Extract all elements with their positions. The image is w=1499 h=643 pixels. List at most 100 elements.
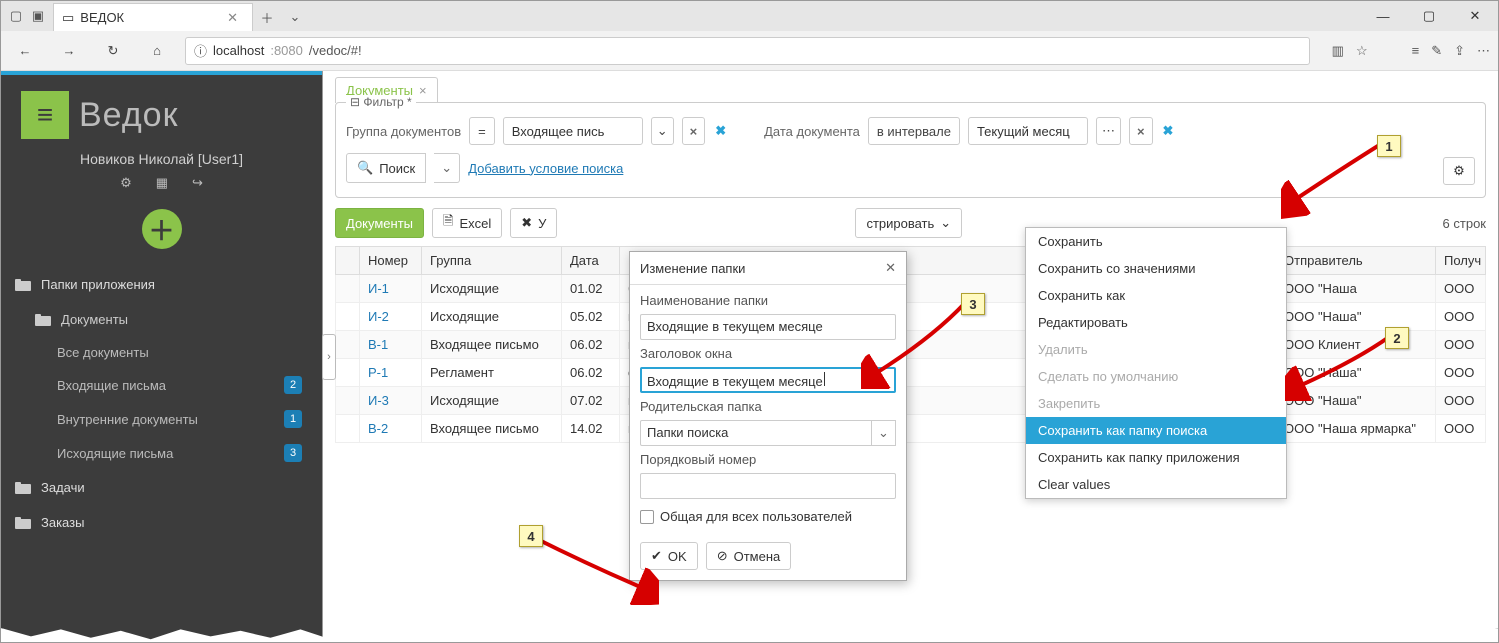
filter-operator[interactable]: = xyxy=(469,117,495,145)
dropdown-item[interactable]: Редактировать xyxy=(1026,309,1286,336)
sidebar-section-orders[interactable]: Заказы xyxy=(1,505,322,540)
filter-date-value[interactable]: Текущий месяц xyxy=(968,117,1088,145)
dialog-close-icon[interactable]: ✕ xyxy=(885,260,896,276)
excel-button[interactable]: 🗎 Excel xyxy=(432,208,502,238)
ok-button[interactable]: ✔ OK xyxy=(640,542,698,570)
add-button[interactable]: ＋ xyxy=(142,209,182,249)
table-row[interactable]: И-3Исходящие07.02возврат обеспечения.ООО… xyxy=(336,387,1486,415)
dropdown-item[interactable]: Сохранить как папку приложения xyxy=(1026,444,1286,471)
folder-icon xyxy=(15,279,31,291)
section-label: Папки приложения xyxy=(41,277,155,292)
minimize-button[interactable]: — xyxy=(1360,1,1406,31)
register-button[interactable]: стрировать ⌄ xyxy=(855,208,962,238)
sidebar-item-label: Все документы xyxy=(57,345,149,360)
cancel-button[interactable]: ⊘ Отмена xyxy=(706,542,792,570)
filter-date-operator[interactable]: в интервале xyxy=(868,117,960,145)
filter-group-dropdown-icon[interactable]: ⌄ xyxy=(651,117,674,145)
content-tab-close-icon[interactable]: × xyxy=(419,83,427,98)
header-label: Заголовок окна xyxy=(640,346,896,361)
filter-date-label: Дата документа xyxy=(764,124,860,139)
sidebar-subsection-documents[interactable]: Документы xyxy=(1,302,322,337)
header-input[interactable]: Входящие в текущем месяце xyxy=(640,367,896,393)
browser-tab[interactable]: ▭ ВЕДОК ✕ xyxy=(53,3,253,31)
main-content: › Документы × ⊟ Фильтр * Группа документ… xyxy=(323,71,1498,642)
table-row[interactable]: И-1Исходящие01.02беспечения.ООО "НашаООО xyxy=(336,275,1486,303)
tab-chevron-icon[interactable]: ⌄ xyxy=(281,3,309,31)
table-row[interactable]: В-1Входящее письмо06.02ия.ООО КлиентООО xyxy=(336,331,1486,359)
shared-checkbox[interactable] xyxy=(640,510,654,524)
sidebar-section-tasks[interactable]: Задачи xyxy=(1,470,322,505)
delete-button-label: У xyxy=(538,216,546,231)
table-row[interactable]: Р-1Регламент06.02ой работы в комООО "Наш… xyxy=(336,359,1486,387)
table-row[interactable]: И-2Исходящие05.02вляю коммерчеООО "Наша"… xyxy=(336,303,1486,331)
dropdown-item[interactable]: Сохранить со значениями xyxy=(1026,255,1286,282)
table-row[interactable]: В-2Входящее письмо14.02гиональной выстав… xyxy=(336,415,1486,443)
sidebar-section-app-folders[interactable]: Папки приложения xyxy=(1,267,322,302)
toolbar: Документы 🗎 Excel ✖ У стрировать ⌄ 6 стр… xyxy=(335,208,1486,238)
dropdown-item[interactable]: Сохранить xyxy=(1026,228,1286,255)
notes-icon[interactable]: ✎ xyxy=(1431,43,1442,59)
sidebar-item-outgoing[interactable]: Исходящие письма 3 xyxy=(1,436,322,470)
filter-settings-button[interactable]: ⚙ xyxy=(1443,157,1475,185)
dropdown-item[interactable]: Сохранить как папку поиска xyxy=(1026,417,1286,444)
name-label: Наименование папки xyxy=(640,293,896,308)
table-header-row: Номер Группа Дата Отправитель Получ xyxy=(336,247,1486,275)
sidebar-item-all-docs[interactable]: Все документы xyxy=(1,337,322,368)
sidebar: Ведок Новиков Николай [User1] ⚙ ▦ ↪ ＋ Па… xyxy=(1,71,323,642)
search-button[interactable]: 🔍 Поиск xyxy=(346,153,426,183)
sidebar-collapse-handle[interactable]: › xyxy=(322,334,336,380)
sidebar-item-internal[interactable]: Внутренние документы 1 xyxy=(1,402,322,436)
sidebar-item-inbox[interactable]: Входящие письма 2 xyxy=(1,368,322,402)
delete-button[interactable]: ✖ У xyxy=(510,208,557,238)
more-icon[interactable]: ⋯ xyxy=(1477,43,1490,59)
column-sender[interactable]: Отправитель xyxy=(1276,247,1436,275)
user-apps-icon[interactable]: ▦ xyxy=(156,175,168,191)
parent-select[interactable]: Папки поиска xyxy=(640,420,872,446)
forward-button[interactable]: → xyxy=(53,35,85,67)
excel-button-label: Excel xyxy=(459,216,491,231)
column-number[interactable]: Номер xyxy=(360,247,422,275)
chevron-down-icon: ⌄ xyxy=(940,215,951,231)
text-cursor xyxy=(824,372,825,386)
home-button[interactable]: ⌂ xyxy=(141,35,173,67)
excel-icon: 🗎 xyxy=(443,212,453,234)
column-date[interactable]: Дата xyxy=(562,247,620,275)
filter-date-remove-icon[interactable]: ✖ xyxy=(1161,123,1176,139)
filter-group-clear-icon[interactable]: × xyxy=(682,117,706,145)
filter-group-value[interactable]: Входящее пись xyxy=(503,117,643,145)
parent-select-caret-icon[interactable]: ⌄ xyxy=(872,420,896,446)
favorite-icon[interactable]: ☆ xyxy=(1356,43,1368,59)
reading-view-icon[interactable]: ▥ xyxy=(1332,43,1344,59)
favorites-hub-icon[interactable]: ≡ xyxy=(1412,43,1420,58)
filter-date-clear-icon[interactable]: × xyxy=(1129,117,1153,145)
refresh-button[interactable]: ↻ xyxy=(97,35,129,67)
user-gear-icon[interactable]: ⚙ xyxy=(120,175,132,191)
ordinal-input[interactable] xyxy=(640,473,896,499)
ok-button-label: OK xyxy=(668,549,687,564)
maximize-button[interactable]: ▢ xyxy=(1406,1,1452,31)
column-group[interactable]: Группа xyxy=(422,247,562,275)
url-input[interactable]: ⓘ localhost:8080/vedoc/#! xyxy=(185,37,1310,65)
new-tab-button[interactable]: ＋ xyxy=(253,3,281,31)
sidebar-badge: 1 xyxy=(284,410,302,428)
window-tile-icon[interactable]: ▢ xyxy=(5,6,27,26)
dropdown-item[interactable]: Сохранить как xyxy=(1026,282,1286,309)
add-condition-link[interactable]: Добавить условие поиска xyxy=(468,161,623,176)
dropdown-item: Закрепить xyxy=(1026,390,1286,417)
column-checkbox[interactable] xyxy=(336,247,360,275)
user-logout-icon[interactable]: ↪ xyxy=(192,175,203,191)
dropdown-item[interactable]: Clear values xyxy=(1026,471,1286,498)
name-input[interactable]: Входящие в текущем месяце xyxy=(640,314,896,340)
tab-title: ВЕДОК xyxy=(80,10,124,25)
window-close-button[interactable]: ✕ xyxy=(1452,1,1498,31)
filter-group-remove-icon[interactable]: ✖ xyxy=(713,123,728,139)
search-menu-button[interactable]: ⌄ xyxy=(434,153,460,183)
documents-button[interactable]: Документы xyxy=(335,208,424,238)
tab-close-icon[interactable]: ✕ xyxy=(223,10,242,26)
share-icon[interactable]: ⇪ xyxy=(1454,43,1465,59)
info-icon: ⓘ xyxy=(194,41,207,60)
back-button[interactable]: ← xyxy=(9,35,41,67)
column-recipient[interactable]: Получ xyxy=(1436,247,1486,275)
window-split-icon[interactable]: ▣ xyxy=(27,6,49,26)
filter-date-picker-icon[interactable]: ⋯ xyxy=(1096,117,1121,145)
